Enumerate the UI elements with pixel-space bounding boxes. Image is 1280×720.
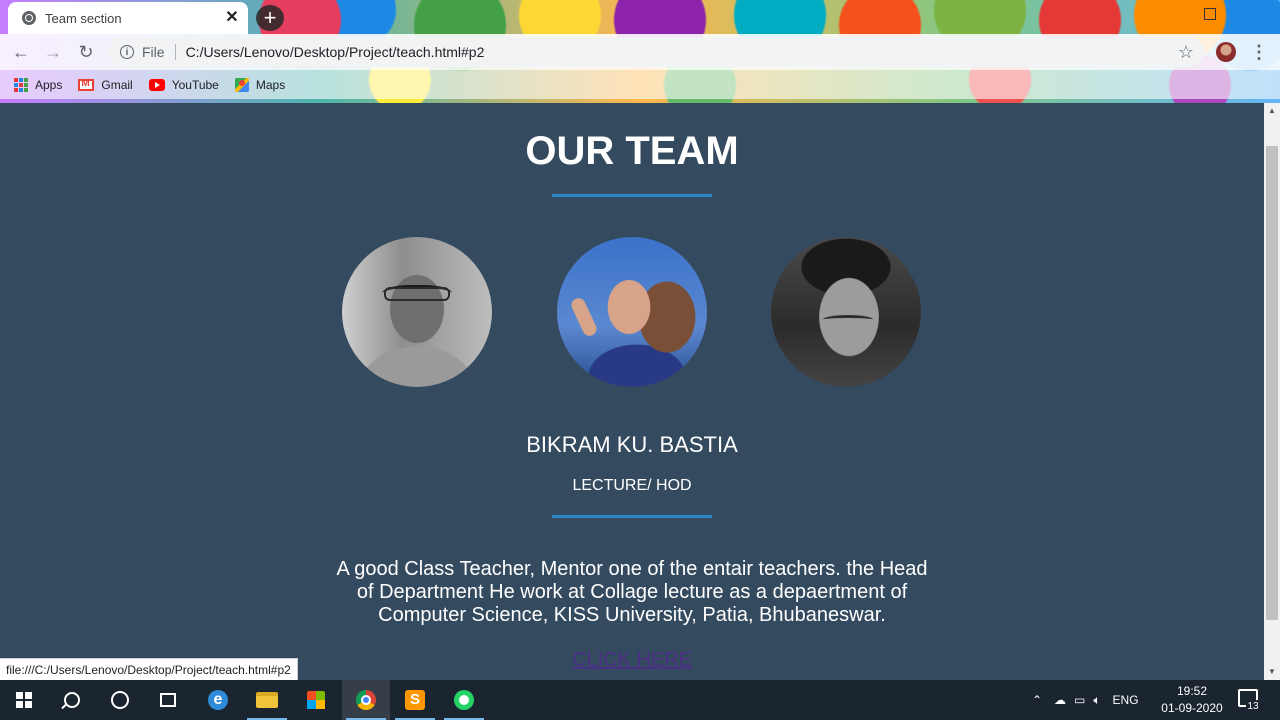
address-bar[interactable]: i File C:/Users/Lenovo/Desktop/Project/t… (108, 37, 1204, 67)
tab-team-section[interactable]: Team section ✕ (8, 2, 248, 34)
team-section: OUR TEAM BIKRAM KU. BASTIA LECTURE/ HOD … (0, 103, 1264, 680)
bookmark-label: Gmail (101, 77, 133, 92)
restore-window-icon[interactable] (1204, 8, 1216, 20)
back-button[interactable]: ← (10, 42, 32, 62)
reload-button[interactable]: ↻ (75, 42, 97, 62)
bookmark-maps[interactable]: Maps (234, 77, 286, 92)
taskbar-sublime[interactable]: S (391, 680, 439, 720)
windows-taskbar: e S ⌃ ☁ ▭ 🔈︎ ENG 19:52 01-09-2020 13 (0, 680, 1280, 720)
volume-icon[interactable]: 🔈︎ (1093, 693, 1100, 708)
role-divider (552, 515, 712, 518)
link-status-bubble: file:///C:/Users/Lenovo/Desktop/Project/… (0, 658, 298, 681)
cortana-icon (111, 691, 129, 709)
sublime-text-icon: S (405, 690, 425, 710)
gmail-icon (78, 78, 95, 91)
apps-icon (14, 77, 28, 92)
page-title: OUR TEAM (525, 129, 739, 173)
info-icon[interactable]: i (120, 45, 134, 59)
bookmark-gmail[interactable]: Gmail (78, 77, 133, 92)
bookmark-label: Maps (255, 77, 286, 92)
clock-time: 19:52 (1176, 684, 1208, 698)
taskbar-store[interactable] (292, 680, 340, 720)
heading-divider (552, 194, 712, 197)
tab-title: Team section (45, 10, 122, 26)
bookmark-star-icon[interactable]: ☆ (1176, 42, 1196, 63)
windows-logo-icon (16, 692, 32, 708)
team-member-photo-3[interactable] (771, 237, 921, 387)
cortana-button[interactable] (96, 680, 144, 720)
scroll-up-arrow-icon[interactable]: ▲ (1264, 103, 1280, 119)
taskbar-edge[interactable]: e (194, 680, 242, 720)
maps-icon (234, 77, 249, 92)
team-member-photo-1[interactable] (342, 237, 492, 387)
team-member-photo-2[interactable] (557, 237, 707, 387)
store-icon (307, 691, 325, 709)
bookmarks-bar: Apps Gmail YouTube Maps (0, 70, 1280, 99)
whatsapp-icon (454, 690, 474, 710)
clock-date: 01-09-2020 (1161, 701, 1223, 715)
chrome-icon (356, 690, 376, 710)
youtube-icon (148, 78, 165, 91)
page-scrollbar[interactable]: ▲ ▼ (1264, 103, 1280, 680)
scroll-down-arrow-icon[interactable]: ▼ (1264, 664, 1280, 680)
file-explorer-icon (256, 692, 278, 708)
bookmark-label: Apps (35, 77, 63, 92)
search-icon (64, 692, 80, 708)
taskbar-chrome[interactable] (342, 680, 390, 720)
taskbar-whatsapp[interactable] (440, 680, 488, 720)
task-view-icon (160, 693, 176, 707)
language-indicator[interactable]: ENG (1113, 693, 1139, 707)
chevron-up-icon[interactable]: ⌃ (1030, 693, 1044, 707)
url-text[interactable]: C:/Users/Lenovo/Desktop/Project/teach.ht… (186, 44, 1176, 60)
browser-toolbar: ← → ↻ i File C:/Users/Lenovo/Desktop/Pro… (0, 34, 1280, 70)
search-button[interactable] (48, 680, 96, 720)
globe-icon (22, 11, 36, 25)
start-button[interactable] (0, 680, 48, 720)
profile-avatar[interactable] (1216, 42, 1236, 62)
forward-button[interactable]: → (42, 42, 64, 62)
edge-icon: e (208, 690, 228, 710)
bookmark-youtube[interactable]: YouTube (148, 77, 219, 92)
scroll-thumb[interactable] (1266, 146, 1278, 620)
menu-dots-icon[interactable]: ⋮ (1250, 41, 1268, 63)
task-view-button[interactable] (144, 680, 192, 720)
bookmark-apps[interactable]: Apps (14, 77, 63, 92)
url-scheme-label: File (142, 44, 176, 60)
member-name: BIKRAM KU. BASTIA (526, 432, 738, 457)
taskbar-file-explorer[interactable] (243, 680, 291, 720)
bookmark-label: YouTube (171, 77, 219, 92)
new-tab-button[interactable]: + (256, 5, 284, 31)
network-icon[interactable]: ▭ (1074, 693, 1085, 707)
onedrive-cloud-icon[interactable]: ☁ (1054, 693, 1066, 707)
member-bio: A good Class Teacher, Mentor one of the … (336, 558, 928, 626)
system-tray: ⌃ ☁ ▭ 🔈︎ ENG (1030, 680, 1139, 720)
notification-count-badge: 13 (1246, 700, 1260, 714)
member-role: LECTURE/ HOD (572, 477, 692, 494)
browser-chrome: Team section ✕ + ← → ↻ i File C:/Users/L… (0, 0, 1280, 103)
taskbar-clock[interactable]: 19:52 01-09-2020 (1156, 683, 1228, 717)
tab-close-button[interactable]: ✕ (222, 8, 242, 28)
